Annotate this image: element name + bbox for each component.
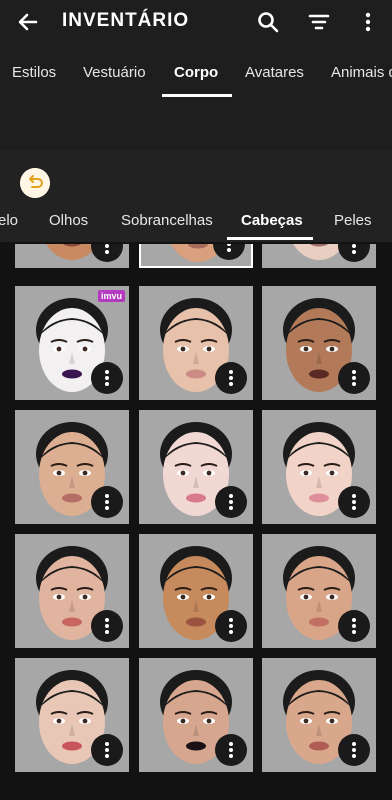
tab-olhos[interactable]: Olhos bbox=[49, 212, 88, 229]
head-item[interactable] bbox=[262, 658, 376, 772]
arrow-left-icon[interactable] bbox=[14, 8, 42, 36]
head-item[interactable] bbox=[139, 286, 253, 400]
item-options-button[interactable] bbox=[338, 486, 370, 518]
head-item[interactable] bbox=[262, 286, 376, 400]
tab-sobrancelhas[interactable]: Sobrancelhas bbox=[121, 212, 213, 229]
tab-peles[interactable]: Peles bbox=[334, 212, 372, 229]
tab-cabecas[interactable]: Cabeças bbox=[241, 212, 303, 229]
head-item[interactable] bbox=[262, 244, 376, 268]
head-grid: imvu bbox=[0, 244, 392, 800]
head-item[interactable] bbox=[15, 410, 129, 524]
tab-estilos[interactable]: Estilos bbox=[12, 64, 56, 81]
head-item[interactable] bbox=[139, 244, 253, 268]
head-item[interactable] bbox=[262, 410, 376, 524]
item-options-button[interactable] bbox=[338, 610, 370, 642]
page-title: INVENTÁRIO bbox=[62, 10, 190, 31]
item-options-button[interactable] bbox=[91, 610, 123, 642]
item-options-button[interactable] bbox=[91, 734, 123, 766]
tab-avatares[interactable]: Avatares bbox=[245, 64, 304, 81]
head-item[interactable] bbox=[139, 658, 253, 772]
active-tab-indicator bbox=[162, 94, 232, 97]
head-item[interactable] bbox=[15, 658, 129, 772]
item-options-button[interactable] bbox=[91, 486, 123, 518]
item-options-button[interactable] bbox=[338, 362, 370, 394]
tab-cabelo[interactable]: elo bbox=[0, 212, 18, 229]
item-options-button[interactable] bbox=[215, 486, 247, 518]
head-item[interactable]: imvu bbox=[15, 286, 129, 400]
filter-icon[interactable] bbox=[305, 8, 333, 36]
item-options-button[interactable] bbox=[215, 610, 247, 642]
head-item[interactable] bbox=[15, 244, 129, 268]
head-item[interactable] bbox=[139, 534, 253, 648]
banner-area bbox=[0, 100, 392, 150]
app-bar: INVENTÁRIO bbox=[0, 0, 392, 44]
category-tabs: Estilos Vestuário Corpo Avatares Animais… bbox=[0, 44, 392, 100]
tab-vestuario[interactable]: Vestuário bbox=[83, 64, 146, 81]
tab-animais[interactable]: Animais d bbox=[331, 64, 392, 81]
head-item[interactable] bbox=[262, 534, 376, 648]
tab-corpo[interactable]: Corpo bbox=[174, 64, 218, 81]
more-vertical-icon[interactable] bbox=[354, 8, 382, 36]
head-item[interactable] bbox=[15, 534, 129, 648]
imvu-badge: imvu bbox=[97, 290, 125, 302]
search-icon[interactable] bbox=[254, 8, 282, 36]
item-options-button[interactable] bbox=[215, 734, 247, 766]
item-options-button[interactable] bbox=[91, 362, 123, 394]
head-item[interactable] bbox=[139, 410, 253, 524]
active-subtab-indicator bbox=[227, 237, 313, 240]
undo-icon[interactable] bbox=[20, 168, 50, 198]
item-options-button[interactable] bbox=[215, 362, 247, 394]
item-options-button[interactable] bbox=[338, 734, 370, 766]
